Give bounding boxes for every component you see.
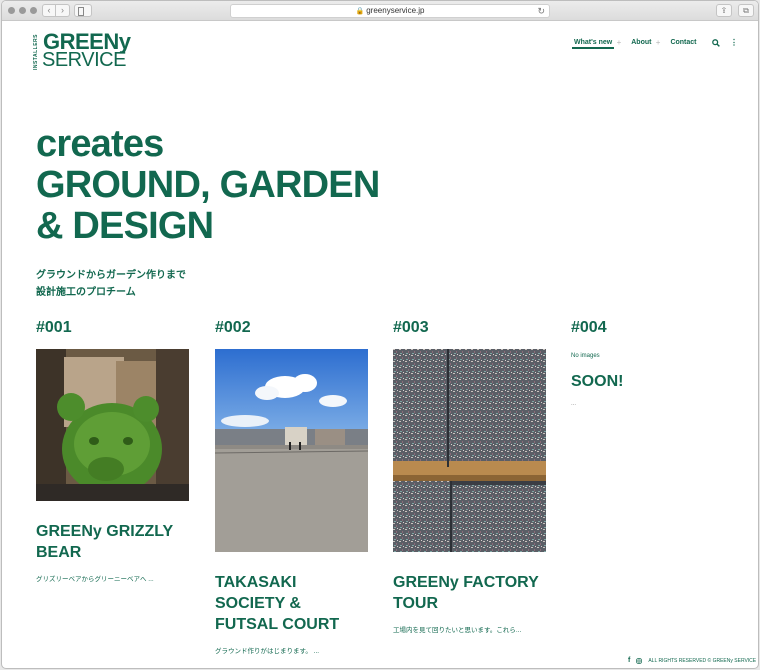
card-title-line: GREENy FACTORY	[393, 574, 539, 591]
browser-window: ‹ › 🔒 greenyservice.jp ↻ ⇪ ⧉ INSTALLERS G…	[1, 0, 759, 669]
back-button[interactable]: ‹	[42, 4, 56, 17]
zoom-window-button[interactable]	[30, 7, 37, 14]
nav-contact-label: Contact	[670, 39, 697, 46]
nav-about-label: About	[631, 39, 652, 46]
no-images-label: No images	[571, 353, 600, 359]
subtitle-line-1: グラウンドからガーデン作りまで	[36, 270, 186, 281]
close-window-button[interactable]	[8, 7, 15, 14]
browser-toolbar: ‹ › 🔒 greenyservice.jp ↻ ⇪ ⧉	[2, 1, 758, 21]
card-excerpt: ...	[571, 401, 577, 407]
project-card[interactable]: #003 GREENy FACTORY TOUR 工場内を見て回りたいと思います…	[393, 319, 553, 634]
grizzly-bear-photo	[36, 349, 189, 501]
subtitle-line-2: 設計施工のプロチーム	[36, 287, 136, 298]
card-title-line: GREENy GRIZZLY	[36, 523, 174, 540]
history-buttons: ‹ ›	[42, 4, 70, 17]
card-number: #003	[393, 319, 429, 336]
card-title-line: TOUR	[393, 595, 439, 612]
reload-icon[interactable]: ↻	[537, 5, 545, 17]
card-excerpt: 工場内を見て回りたいと思います。これら...	[393, 627, 522, 634]
window-controls	[8, 7, 37, 14]
card-title-line: BEAR	[36, 544, 82, 561]
plus-icon: +	[616, 38, 622, 47]
lock-icon: 🔒	[355, 8, 365, 15]
forward-button[interactable]: ›	[56, 4, 70, 17]
web-page: INSTALLERS GREENy SERVICE What's new + A…	[2, 21, 758, 668]
hero-line-3: & DESIGN	[36, 205, 214, 247]
share-button[interactable]: ⇪	[716, 4, 732, 17]
card-number: #001	[36, 319, 72, 336]
address-bar[interactable]: 🔒 greenyservice.jp ↻	[230, 4, 550, 18]
hero-line-1: creates	[36, 123, 164, 165]
project-card[interactable]: #002 TAKASAKI SOCIETY & FUTSAL COURT グラウ…	[215, 319, 375, 655]
logo-side-text: INSTALLERS	[33, 34, 39, 71]
plus-icon: +	[655, 38, 661, 47]
card-excerpt: グラウンド作りがはじまります。 ...	[215, 648, 320, 655]
hero-subtitle: グラウンドからガーデン作りまで 設計施工のプロチーム	[36, 267, 186, 301]
hero-heading: creates GROUND, GARDEN & DESIGN	[36, 123, 380, 247]
search-icon[interactable]	[712, 39, 720, 47]
tabs-overview-button[interactable]: ⧉	[738, 4, 754, 17]
card-image[interactable]	[215, 349, 368, 552]
card-excerpt: グリズリーベアからグリーニーベアへ ...	[36, 576, 154, 583]
card-title[interactable]: GREENy FACTORY TOUR	[393, 572, 553, 614]
card-title-line: FUTSAL COURT	[215, 616, 340, 633]
facebook-icon[interactable]: f	[628, 657, 630, 664]
card-title[interactable]: SOON!	[571, 373, 731, 391]
footer: f ALL RIGHTS RESERVED © GREENy SERVICE	[628, 657, 756, 664]
nav-contact[interactable]: Contact	[670, 39, 696, 46]
card-title[interactable]: GREENy GRIZZLY BEAR	[36, 521, 196, 563]
minimize-window-button[interactable]	[19, 7, 26, 14]
logo-bottom-text: SERVICE	[42, 49, 126, 71]
nav-whats-new[interactable]: What's new +	[571, 38, 621, 49]
nav-whats-new-label: What's new	[574, 39, 613, 46]
project-card[interactable]: #004 No images SOON! ...	[571, 319, 731, 407]
url-text: greenyservice.jp	[366, 6, 425, 15]
card-number: #002	[215, 319, 251, 336]
card-image[interactable]	[393, 349, 546, 552]
more-menu-icon[interactable]: ⋮	[730, 39, 738, 47]
nav-about[interactable]: About +	[631, 38, 660, 47]
hero-line-2: GROUND, GARDEN	[36, 164, 380, 206]
copyright-text: ALL RIGHTS RESERVED © GREENy SERVICE	[648, 657, 757, 664]
card-title-line: TAKASAKI	[215, 574, 297, 591]
factory-rolls-photo	[393, 349, 546, 552]
sidebar-toggle-button[interactable]	[74, 4, 92, 17]
instagram-icon[interactable]	[636, 657, 643, 664]
card-image[interactable]	[36, 349, 189, 501]
card-number: #004	[571, 319, 607, 336]
project-card[interactable]: #001 GREENy GRIZZLY BEAR グリズリーベアからグリーニーベ…	[36, 319, 196, 583]
card-title[interactable]: TAKASAKI SOCIETY & FUTSAL COURT	[215, 572, 375, 635]
futsal-court-photo	[215, 349, 368, 552]
card-title-line: SOCIETY &	[215, 595, 301, 612]
main-nav: What's new + About + Contact	[571, 38, 709, 49]
